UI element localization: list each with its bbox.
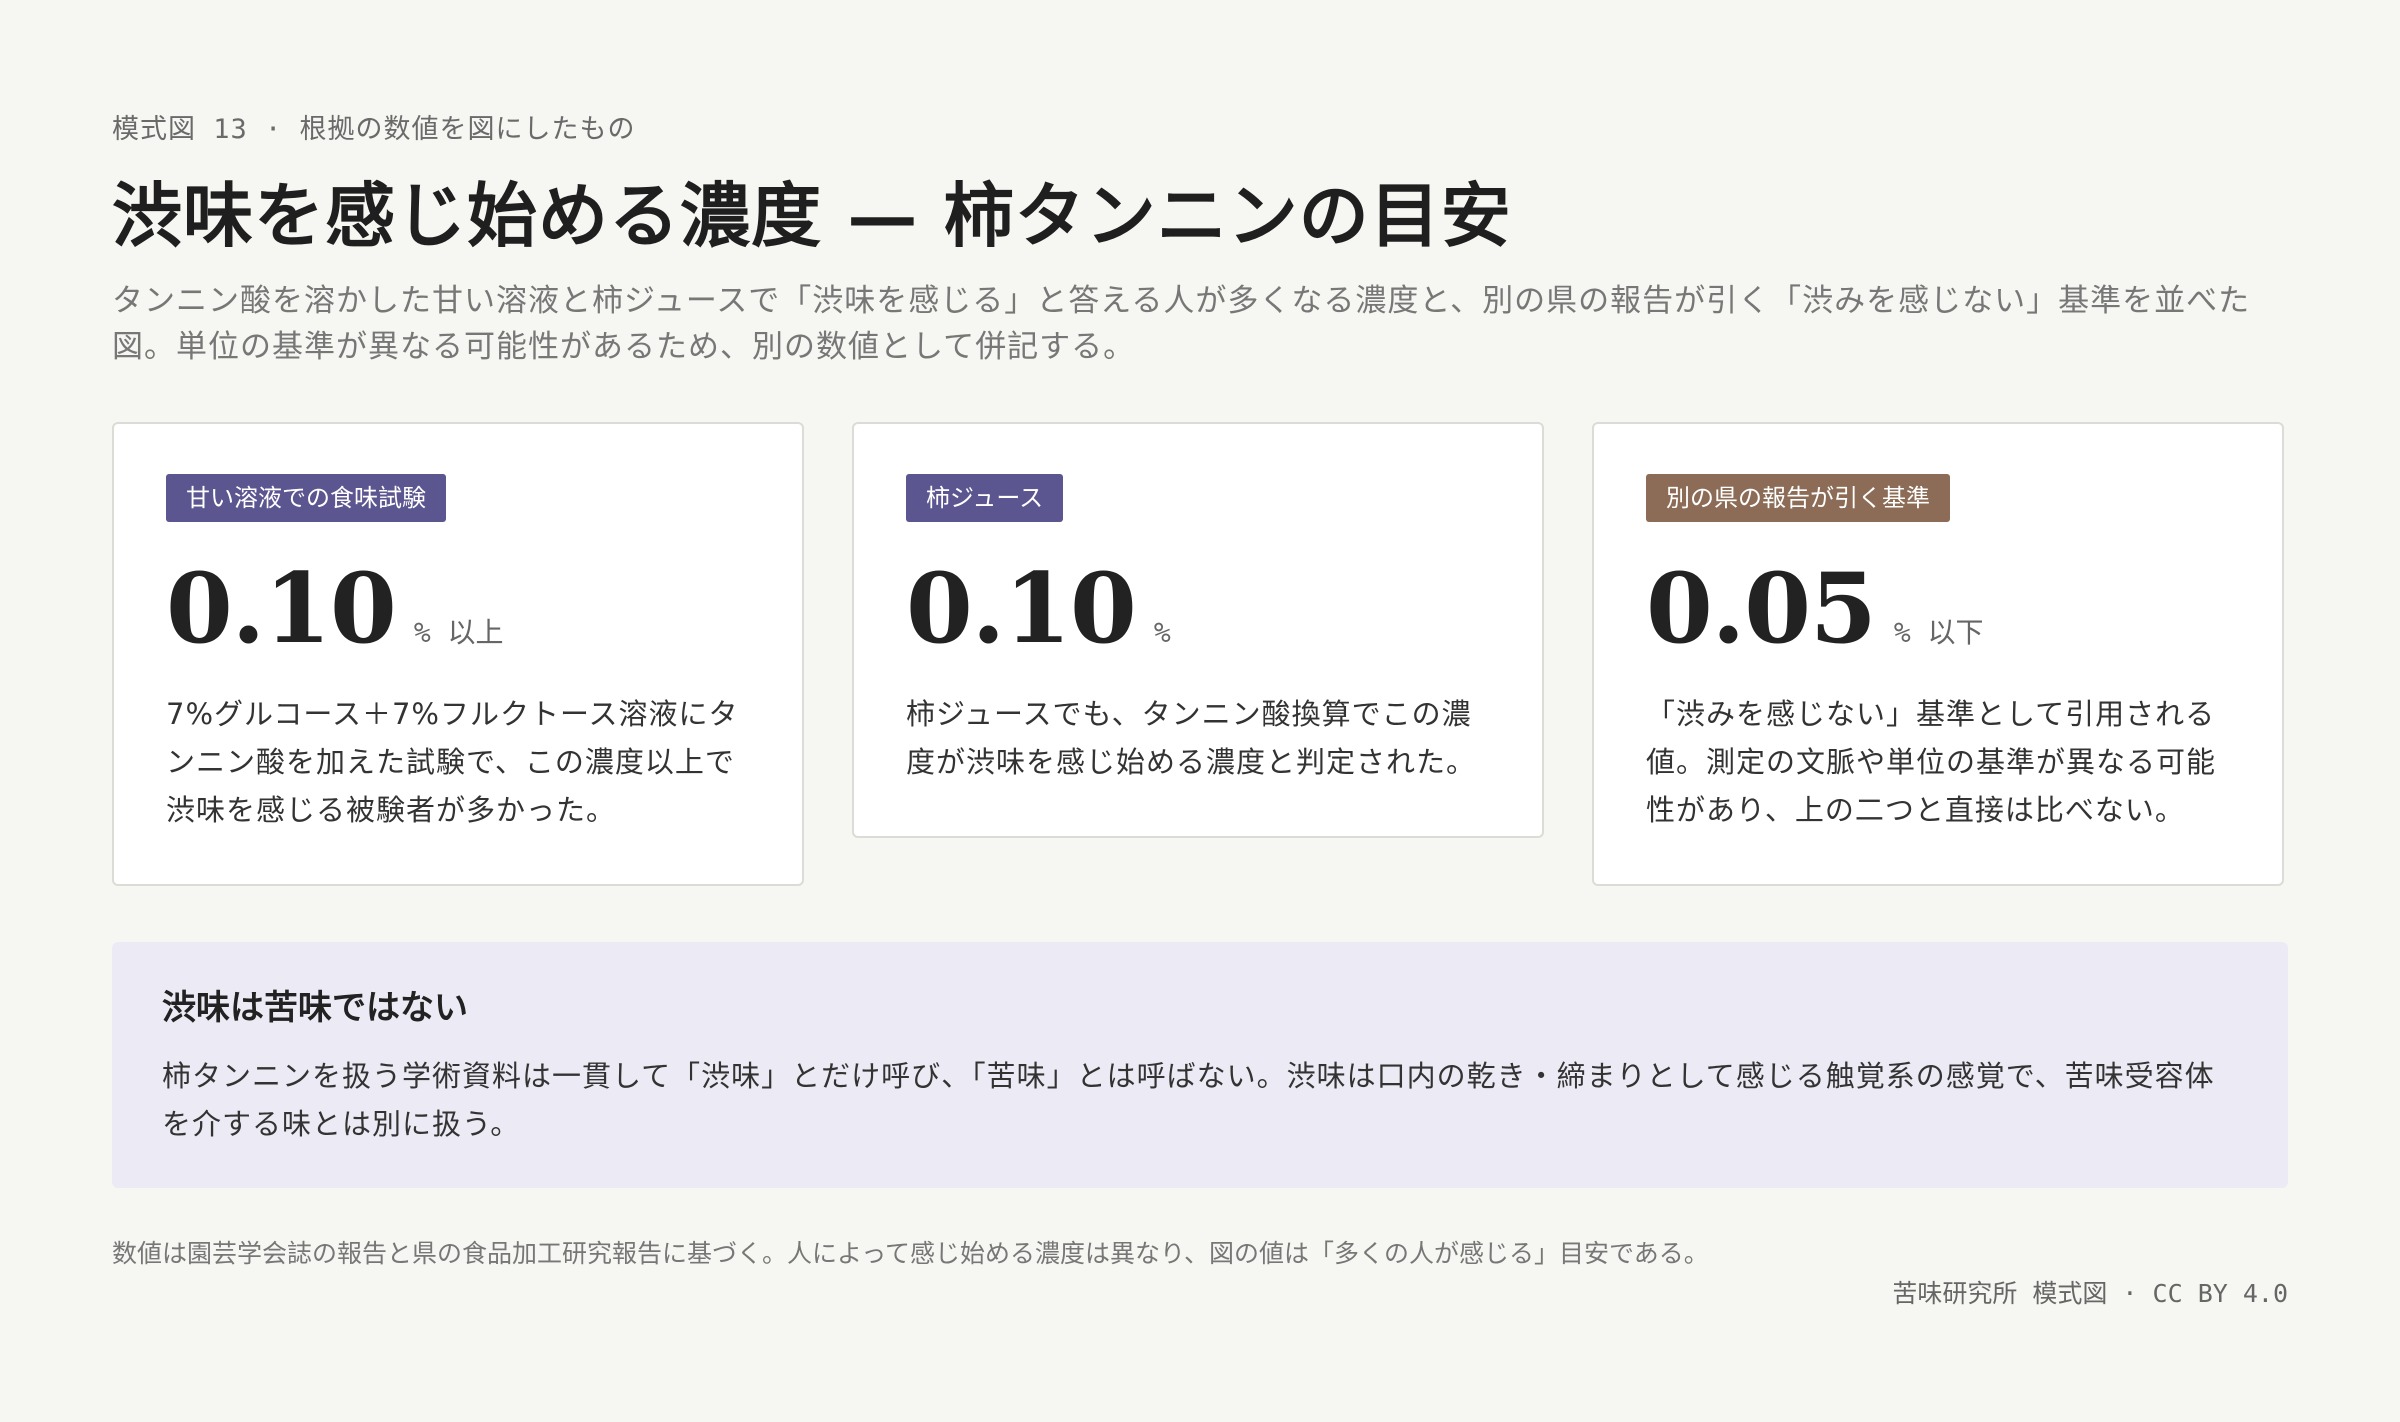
page-subtitle: タンニン酸を溶かした甘い溶液と柿ジュースで「渋味を感じる」と答える人が多くなる濃…: [112, 283, 2251, 365]
threshold-cards: 甘い溶液での食味試験 0.10 % 以上 7%グルコース＋7%フルクトース溶液に…: [112, 422, 2288, 886]
card-unit: % 以下: [1893, 616, 1984, 649]
note-text: 柿タンニンを扱う学術資料は一貫して「渋味」とだけ呼び、「苦味」とは呼ばない。渋味…: [162, 1059, 2215, 1141]
card-description: 柿ジュースでも、タンニン酸換算でこの濃度が渋味を感じ始める濃度と判定された。: [906, 697, 1477, 779]
card-value: 0.10: [906, 552, 1137, 665]
note-panel: 渋味は苦味ではない 柿タンニンを扱う学術資料は一貫して「渋味」とだけ呼び、「苦味…: [112, 942, 2288, 1188]
footer-credit: 苦味研究所 模式図 · CC BY 4.0: [1892, 1279, 2288, 1308]
figure-eyebrow: 模式図 13 · 根拠の数値を図にしたもの: [112, 114, 636, 145]
threshold-card-sweet-solution: 甘い溶液での食味試験 0.10 % 以上 7%グルコース＋7%フルクトース溶液に…: [112, 422, 804, 886]
card-badge: 甘い溶液での食味試験: [166, 474, 446, 522]
footer-source-note: 数値は園芸学会誌の報告と県の食品加工研究報告に基づく。人によって感じ始める濃度は…: [112, 1239, 1709, 1268]
card-badge: 別の県の報告が引く基準: [1646, 474, 1950, 522]
threshold-card-other-prefecture: 別の県の報告が引く基準 0.05 % 以下 「渋みを感じない」基準として引用され…: [1592, 422, 2284, 886]
card-description: 「渋みを感じない」基準として引用される値。測定の文脈や単位の基準が異なる可能性が…: [1646, 697, 2217, 827]
card-value-row: 0.10 %: [906, 554, 1490, 664]
card-description: 7%グルコース＋7%フルクトース溶液にタンニン酸を加えた試験で、この濃度以上で渋…: [166, 697, 739, 827]
page-title: 渋味を感じ始める濃度 — 柿タンニンの目安: [112, 174, 1512, 257]
figure-page: 模式図 13 · 根拠の数値を図にしたもの 渋味を感じ始める濃度 — 柿タンニン…: [112, 110, 2288, 1308]
note-heading: 渋味は苦味ではない: [162, 988, 468, 1028]
card-value: 0.10: [166, 552, 397, 665]
card-badge: 柿ジュース: [906, 474, 1064, 522]
card-value-row: 0.05 % 以下: [1646, 554, 2230, 664]
card-unit: %: [1153, 616, 1171, 649]
card-value-row: 0.10 % 以上: [166, 554, 750, 664]
card-value: 0.05: [1646, 552, 1877, 665]
threshold-card-kaki-juice: 柿ジュース 0.10 % 柿ジュースでも、タンニン酸換算でこの濃度が渋味を感じ始…: [852, 422, 1544, 838]
card-unit: % 以上: [413, 616, 504, 649]
